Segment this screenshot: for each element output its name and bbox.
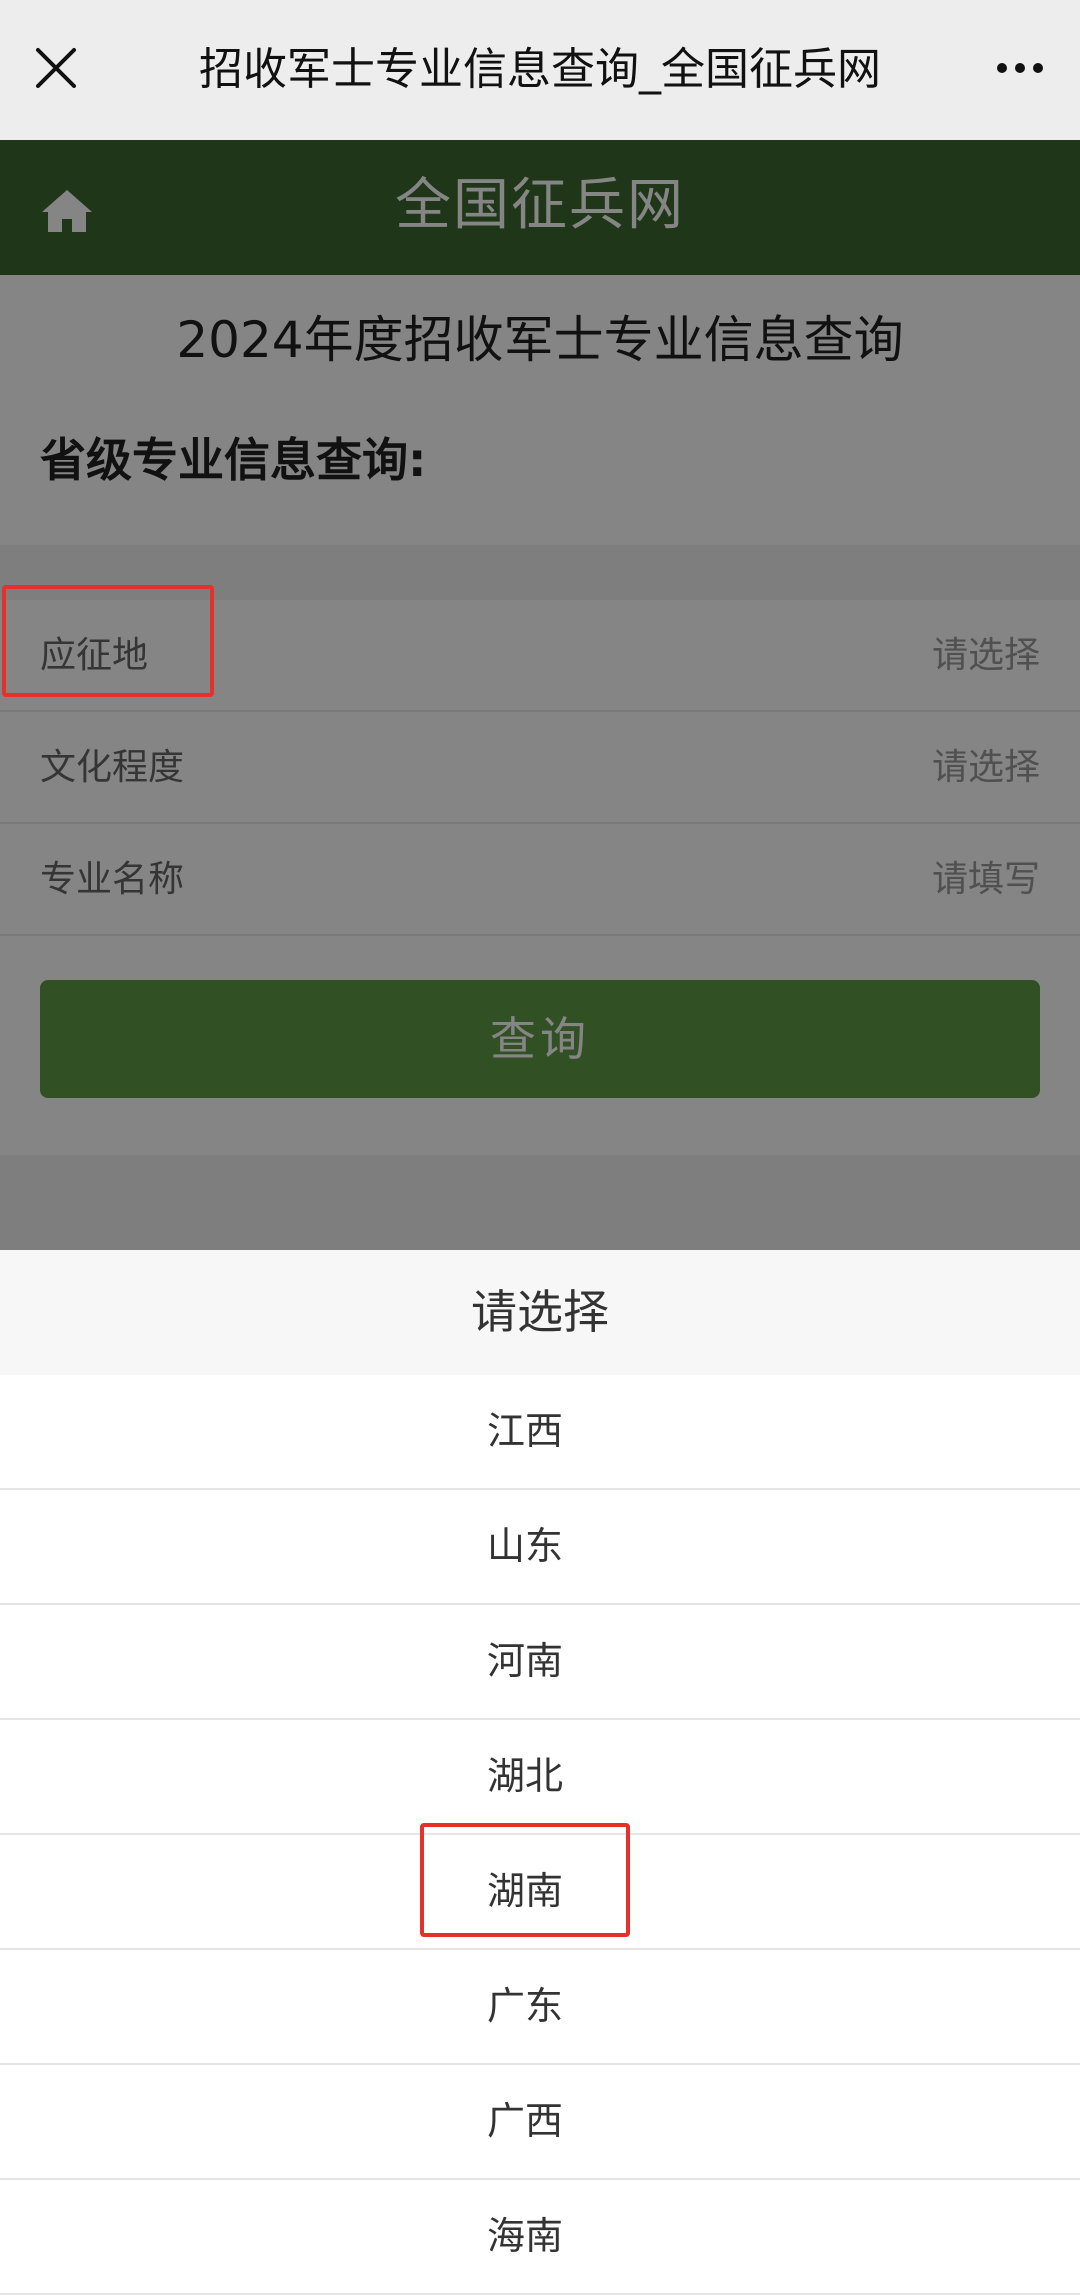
window-title: 招收军士专业信息查询_全国征兵网 <box>199 44 881 95</box>
highlight-box-region-label <box>2 585 214 697</box>
picker-option[interactable]: 山东 <box>0 1490 1080 1605</box>
more-button[interactable] <box>984 36 1056 100</box>
picker-option[interactable]: 江西 <box>0 1375 1080 1490</box>
close-button[interactable] <box>24 36 88 100</box>
picker-title: 请选择 <box>0 1250 1080 1375</box>
top-bar: 招收军士专业信息查询_全国征兵网 <box>0 0 1080 140</box>
picker-option[interactable]: 广东 <box>0 1950 1080 2065</box>
more-icon <box>993 63 1047 73</box>
picker-option[interactable]: 湖北 <box>0 1720 1080 1835</box>
picker-option[interactable]: 广西 <box>0 2065 1080 2180</box>
picker-option[interactable]: 河南 <box>0 1605 1080 1720</box>
picker-option[interactable]: 海南 <box>0 2180 1080 2295</box>
close-icon <box>36 48 76 88</box>
region-picker: 请选择 江西 山东 河南 湖北 湖南 广东 广西 海南 <box>0 1250 1080 2295</box>
highlight-box-hunan-option <box>420 1823 630 1937</box>
